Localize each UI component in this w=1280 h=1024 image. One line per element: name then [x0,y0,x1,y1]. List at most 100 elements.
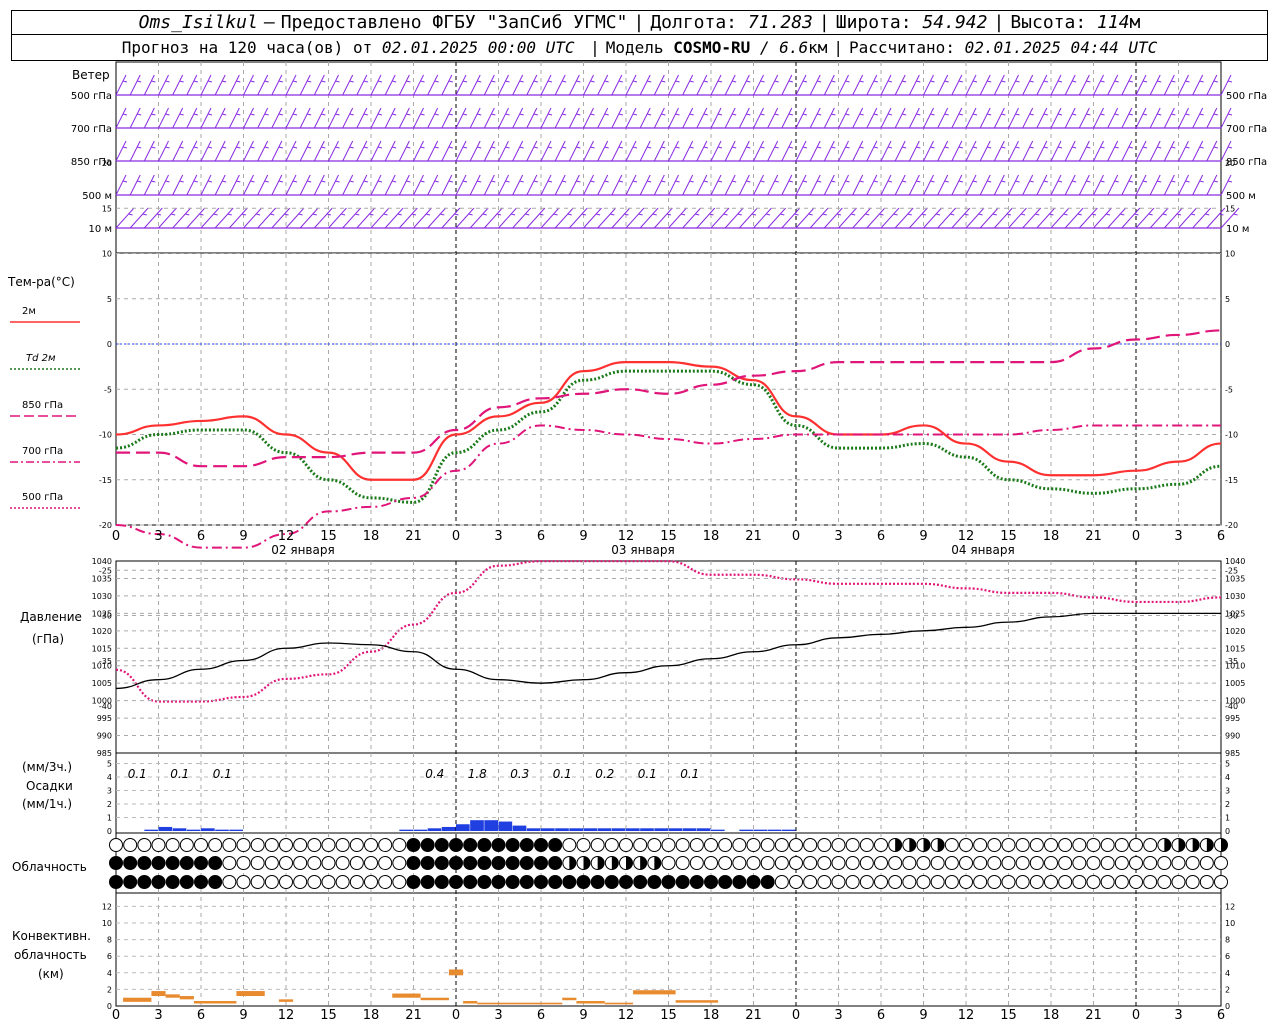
cloud-symbol [831,875,846,889]
wind-barb-flag [1086,180,1091,183]
wind-barb [186,207,206,229]
cloud-symbol [604,838,619,852]
wind-barb [866,107,878,129]
wind-barb-flag [1190,213,1196,216]
wind-barb [1178,74,1189,96]
wind-barb-flag [392,80,397,83]
conv-cloud-segment [633,990,676,995]
wind-barb [356,107,368,129]
wind-barb [923,174,934,196]
wind-barb-flag [987,113,992,116]
wind-barb-flag [434,180,439,183]
wind-barb-flag [377,146,383,149]
wind-barb [1078,107,1090,129]
wind-barb [526,174,538,196]
wind-barb [370,140,382,162]
wind-barb-flag [689,113,694,116]
wind-barb [129,207,149,229]
hour-label: 12 [618,1008,635,1023]
wind-barb-flag [987,80,992,83]
wind-barb [823,140,835,162]
hour-label: 6 [877,1008,885,1023]
hour-label: 18 [1043,529,1060,544]
wind-barb [526,74,538,96]
wind-barb [838,140,849,162]
cloud-symbol [1114,856,1129,870]
hour-label: 15 [1000,529,1017,544]
wind-barb-flag [732,113,737,116]
wind-barb-flag [477,80,482,83]
conv-tick-left: 10 [102,919,112,928]
wind-barb-flag [831,180,836,183]
wind-barb-flag [817,146,822,149]
cloud-symbol [675,838,690,852]
wind-barb-flag [661,80,666,83]
wind-barb-flag [916,80,921,83]
wind-barb-flag [1043,113,1048,116]
wind-barb-flag [340,213,346,216]
wind-barb-flag [1015,146,1020,149]
precip-bar [781,829,796,831]
cloud-symbol [179,838,194,852]
wind-barb-flag [760,113,765,116]
wind-level-label-left: 10 м [89,224,112,235]
wind-barb-flag [1001,180,1006,183]
wind-barb-flag [1142,113,1148,116]
temp-tick-right: 0 [1225,340,1230,349]
wind-barb-flag [236,113,241,116]
wind-barb-flag [604,80,609,83]
cloud-symbol [1072,838,1087,852]
wind-barb [540,107,552,129]
cloud-symbol [519,856,534,870]
wind-barb-flag [222,146,227,149]
cloud-symbol [279,838,293,852]
wind-barb [1078,74,1090,96]
wind-barb-flag [845,80,850,83]
cloud-symbol-fill [583,856,590,870]
cloud-symbol [944,875,959,889]
cloud-symbol [151,838,166,852]
precip-bar [512,825,527,831]
wind-barb [1121,74,1133,96]
cloud-symbol [633,838,648,852]
wind-barb-flag [420,80,425,83]
cloud-symbol [293,838,308,852]
wind-barb-flag [1219,213,1224,216]
wind-barb-flag [661,146,666,149]
cloud-symbol [208,875,223,889]
cloud-symbol [463,838,478,852]
cloud-symbol [647,838,662,852]
wind-barb-flag [624,213,629,216]
wind-barb [894,74,906,96]
cloud-symbol [505,875,520,889]
wind-barb-flag [845,146,850,149]
wind-barb-flag [675,113,680,116]
cloud-symbol [208,838,223,852]
wind-barb-flag [533,180,538,183]
wind-barb-flag [717,113,723,116]
wind-barb [1107,140,1119,162]
wind-barb-flag [1057,80,1063,83]
wind-barb [384,107,396,129]
precip-bar [753,829,768,831]
pressure-tick-left: 1010 [92,662,112,671]
wind-barb [540,140,552,162]
wind-barb [129,140,141,162]
pressure-tick-right: 1035 [1225,574,1245,583]
wind-barb [413,140,424,162]
wind-barb [1078,140,1090,162]
wind-barb-flag [1233,213,1238,216]
wind-barb-flag [1142,180,1148,183]
wind-barb [625,207,645,229]
wind-barb-flag [802,180,808,183]
conv-tick-right: 12 [1225,902,1235,911]
wind-barb [257,74,269,96]
wind-barb [498,174,509,196]
wind-barb [285,74,297,96]
wind-barb [427,174,439,196]
wind-barb-flag [547,180,553,183]
cloud-symbol-fill [640,856,647,870]
cloud-symbol [1143,838,1158,852]
temp-tick-left: -10 [99,431,112,440]
precip-bar [498,821,513,831]
